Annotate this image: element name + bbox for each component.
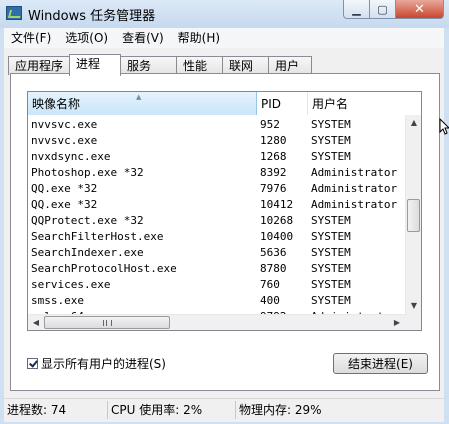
show-all-users-checkbox[interactable] — [27, 357, 38, 369]
horizontal-scroll-thumb[interactable] — [44, 316, 170, 329]
cell-user-name: SYSTEM — [311, 150, 351, 163]
horizontal-scrollbar[interactable]: ◀ ▶ — [28, 314, 405, 330]
cell-pid: 10268 — [260, 214, 294, 227]
maximize-icon: ▢ — [377, 2, 388, 16]
client-area: 文件(F) 选项(O) 查看(V) 帮助(H) 应用程序 进程 服务 性能 联网… — [4, 28, 444, 422]
status-process-count: 进程数: 74 — [4, 400, 108, 419]
table-row[interactable]: QQ.exe *32 7976 Administrator — [28, 181, 408, 197]
table-row[interactable]: QQProtect.exe *32 10268 SYSTEM — [28, 213, 408, 229]
cell-image-name: nvxdsync.exe — [31, 150, 111, 163]
mouse-pointer-icon — [439, 118, 449, 135]
table-row[interactable]: smss.exe 400 SYSTEM — [28, 293, 408, 309]
cell-image-name: QQProtect.exe *32 — [31, 214, 144, 227]
column-user-name-label: 用户名 — [312, 97, 349, 111]
process-list[interactable]: ▲ 映像名称 PID 用户名 nvvsvc.exe 952 SYSTEM nvvsvc… — [27, 91, 422, 331]
cell-image-name: Photoshop.exe *32 — [31, 166, 144, 179]
cell-image-name: SearchIndexer.exe — [31, 246, 144, 259]
status-bar: 进程数: 74 CPU 使用率: 2% 物理内存: 29% — [4, 398, 444, 420]
column-image-name-label: 映像名称 — [32, 97, 81, 111]
cell-pid: 5636 — [260, 246, 287, 259]
cell-user-name: Administrator — [311, 166, 398, 179]
cell-user-name: SYSTEM — [311, 118, 351, 131]
cell-user-name: SYSTEM — [311, 134, 351, 147]
cell-pid: 952 — [260, 118, 280, 131]
cell-user-name: SYSTEM — [311, 230, 351, 243]
end-process-button[interactable]: 结束进程(E) — [333, 353, 428, 374]
tab-processes[interactable]: 进程 — [69, 54, 122, 76]
cell-user-name: SYSTEM — [311, 278, 351, 291]
maximize-button[interactable]: ▢ — [370, 0, 396, 19]
column-user-name[interactable]: 用户名 — [308, 92, 421, 115]
cell-user-name: SYSTEM — [311, 262, 351, 275]
tab-strip: 应用程序 进程 服务 性能 联网 用户 — [8, 54, 313, 76]
cell-image-name: SearchProtocolHost.exe — [31, 262, 177, 275]
vertical-scroll-thumb[interactable] — [407, 199, 420, 232]
scroll-up-icon[interactable]: ▲ — [406, 115, 421, 131]
table-row[interactable]: SearchIndexer.exe 5636 SYSTEM — [28, 245, 408, 261]
cell-pid: 400 — [260, 294, 280, 307]
close-icon: ✕ — [414, 1, 425, 17]
table-row[interactable]: nvxdsync.exe 1268 SYSTEM — [28, 149, 408, 165]
menu-bar: 文件(F) 选项(O) 查看(V) 帮助(H) — [4, 28, 444, 48]
processes-page: ▲ 映像名称 PID 用户名 nvvsvc.exe 952 SYSTEM nvvsvc… — [10, 73, 440, 391]
cell-user-name: Administrator — [311, 198, 398, 211]
close-button[interactable]: ✕ — [396, 0, 444, 19]
cell-image-name: services.exe — [31, 278, 111, 291]
scroll-right-icon[interactable]: ▶ — [389, 315, 405, 330]
cell-user-name: SYSTEM — [311, 294, 351, 307]
cell-pid: 7976 — [260, 182, 287, 195]
window-title: Windows 任务管理器 — [28, 9, 156, 24]
cell-pid: 10412 — [260, 198, 294, 211]
caption-buttons: ▁ ▢ ✕ — [343, 0, 444, 20]
minimize-icon: ▁ — [352, 2, 361, 16]
menu-help[interactable]: 帮助(H) — [171, 28, 227, 48]
minimize-button[interactable]: ▁ — [343, 0, 370, 19]
menu-file[interactable]: 文件(F) — [4, 28, 58, 48]
status-cpu-usage: CPU 使用率: 2% — [108, 400, 236, 419]
task-manager-window: Windows 任务管理器 ▁ ▢ ✕ 文件(F) 选项(O) 查看(V) 帮助… — [0, 0, 449, 424]
cell-user-name: Administrator — [311, 182, 398, 195]
task-manager-icon — [6, 6, 22, 20]
cell-user-name: SYSTEM — [311, 246, 351, 259]
list-header: ▲ 映像名称 PID 用户名 — [28, 92, 421, 115]
cell-image-name: smss.exe — [31, 294, 84, 307]
cell-image-name: QQ.exe *32 — [31, 198, 98, 211]
scroll-down-icon[interactable]: ▼ — [406, 298, 421, 314]
process-rows: nvvsvc.exe 952 SYSTEM nvvsvc.exe 1280 SYSTEM n… — [28, 117, 408, 330]
cell-pid: 8392 — [260, 166, 287, 179]
status-physical-memory: 物理内存: 29% — [239, 402, 322, 417]
table-row[interactable]: nvvsvc.exe 952 SYSTEM — [28, 117, 408, 133]
table-row[interactable]: services.exe 760 SYSTEM — [28, 277, 408, 293]
cell-pid: 10400 — [260, 230, 294, 243]
cell-pid: 760 — [260, 278, 280, 291]
cell-image-name: QQ.exe *32 — [31, 182, 98, 195]
menu-options[interactable]: 选项(O) — [58, 28, 115, 48]
column-pid-label: PID — [261, 97, 282, 111]
cell-user-name: SYSTEM — [311, 214, 351, 227]
table-row[interactable]: nvvsvc.exe 1280 SYSTEM — [28, 133, 408, 149]
table-row[interactable]: SearchFilterHost.exe 10400 SYSTEM — [28, 229, 408, 245]
cell-image-name: nvvsvc.exe — [31, 118, 98, 131]
grip-icon — [103, 320, 112, 326]
vertical-scrollbar[interactable]: ▲ ▼ — [405, 115, 421, 314]
cell-pid: 8780 — [260, 262, 287, 275]
cell-pid: 1268 — [260, 150, 287, 163]
column-pid[interactable]: PID — [257, 92, 308, 115]
menu-view[interactable]: 查看(V) — [115, 28, 171, 48]
table-row[interactable]: SearchProtocolHost.exe 8780 SYSTEM — [28, 261, 408, 277]
table-row[interactable]: QQ.exe *32 10412 Administrator — [28, 197, 408, 213]
scroll-left-icon[interactable]: ◀ — [28, 315, 44, 330]
column-image-name[interactable]: ▲ 映像名称 — [28, 92, 257, 115]
table-row[interactable]: Photoshop.exe *32 8392 Administrator — [28, 165, 408, 181]
show-all-users-option[interactable]: 显示所有用户的进程(S) — [27, 355, 166, 371]
show-all-users-label: 显示所有用户的进程(S) — [41, 356, 166, 371]
scroll-corner — [405, 314, 421, 330]
cell-image-name: SearchFilterHost.exe — [31, 230, 164, 243]
title-bar[interactable]: Windows 任务管理器 ▁ ▢ ✕ — [0, 0, 449, 28]
cell-pid: 1280 — [260, 134, 287, 147]
sort-ascending-icon: ▲ — [136, 93, 142, 101]
cell-image-name: nvvsvc.exe — [31, 134, 98, 147]
